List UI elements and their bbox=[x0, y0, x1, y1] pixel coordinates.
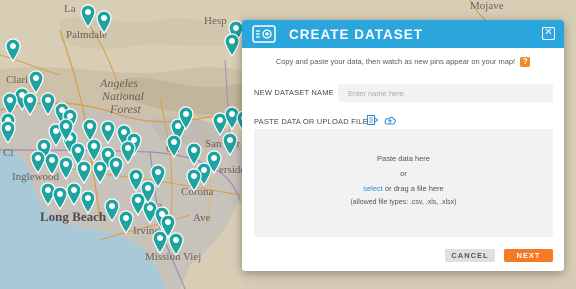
drag-file-text: or drag a file here bbox=[382, 184, 444, 193]
paste-table-icon[interactable] bbox=[367, 115, 378, 125]
map-pin[interactable] bbox=[80, 190, 96, 214]
place-label-hesperia: Hesp bbox=[204, 15, 227, 27]
dropzone-or-text: or bbox=[400, 169, 407, 178]
map-pin[interactable] bbox=[152, 230, 168, 254]
map-pin[interactable] bbox=[166, 134, 182, 158]
map-pin[interactable] bbox=[206, 150, 222, 174]
map-pin[interactable] bbox=[222, 132, 238, 156]
map-pin[interactable] bbox=[92, 160, 108, 184]
dropzone-paste-text: Paste data here bbox=[377, 154, 430, 163]
dataset-name-input[interactable] bbox=[338, 84, 553, 102]
map-pin[interactable] bbox=[5, 38, 21, 62]
map-pin[interactable] bbox=[186, 168, 202, 192]
place-label-forest: Forest bbox=[110, 102, 141, 116]
place-label-mojave: Mojave bbox=[470, 0, 504, 12]
dialog-title: CREATE DATASET bbox=[289, 26, 423, 42]
paste-data-label: PASTE DATA OR UPLOAD FILE bbox=[254, 117, 368, 126]
cloud-upload-icon[interactable] bbox=[384, 115, 396, 125]
dialog-header: CREATE DATASET ✕ bbox=[242, 20, 564, 48]
map-pin[interactable] bbox=[96, 10, 112, 34]
create-dataset-dialog: CREATE DATASET ✕ Copy and paste your dat… bbox=[242, 20, 564, 271]
map-pin[interactable] bbox=[168, 232, 184, 256]
map-pin[interactable] bbox=[76, 160, 92, 184]
dialog-subtitle: Copy and paste your data, then watch as … bbox=[242, 57, 564, 68]
place-label-long-beach: Long Beach bbox=[40, 209, 107, 224]
place-label-santa-clarita: Clari bbox=[6, 74, 28, 86]
place-label-ci: Ci bbox=[3, 147, 14, 159]
map-pin[interactable] bbox=[80, 4, 96, 28]
map-pin[interactable] bbox=[120, 140, 136, 164]
allowed-file-types: (allowed file types: .csv, .xls, .xlsx) bbox=[350, 199, 457, 206]
next-button[interactable]: NEXT bbox=[504, 249, 553, 262]
dataset-name-label: NEW DATASET NAME bbox=[254, 88, 334, 97]
map-pin[interactable] bbox=[178, 106, 194, 130]
place-label-lancaster: La bbox=[64, 3, 76, 15]
map-pin[interactable] bbox=[28, 70, 44, 94]
map-pin[interactable] bbox=[140, 180, 156, 204]
dropzone-select-line: select or drag a file here bbox=[254, 184, 553, 193]
map-pin[interactable] bbox=[0, 120, 16, 144]
map-pin[interactable] bbox=[224, 33, 240, 57]
map-pin[interactable] bbox=[22, 92, 38, 116]
paste-icons bbox=[367, 115, 396, 125]
select-file-link[interactable]: select bbox=[363, 184, 383, 193]
place-label-ave: Ave bbox=[193, 212, 211, 224]
dataset-icon bbox=[252, 25, 276, 43]
subtitle-text: Copy and paste your data, then watch as … bbox=[275, 57, 516, 66]
map-pin[interactable] bbox=[58, 118, 74, 142]
map-pin[interactable] bbox=[58, 156, 74, 180]
paste-data-dropzone[interactable]: Paste data here or select or drag a file… bbox=[254, 129, 553, 237]
close-icon[interactable]: ✕ bbox=[542, 27, 555, 40]
cancel-button[interactable]: CANCEL bbox=[445, 249, 495, 262]
map-pin[interactable] bbox=[100, 120, 116, 144]
help-icon[interactable]: ? bbox=[520, 57, 531, 68]
